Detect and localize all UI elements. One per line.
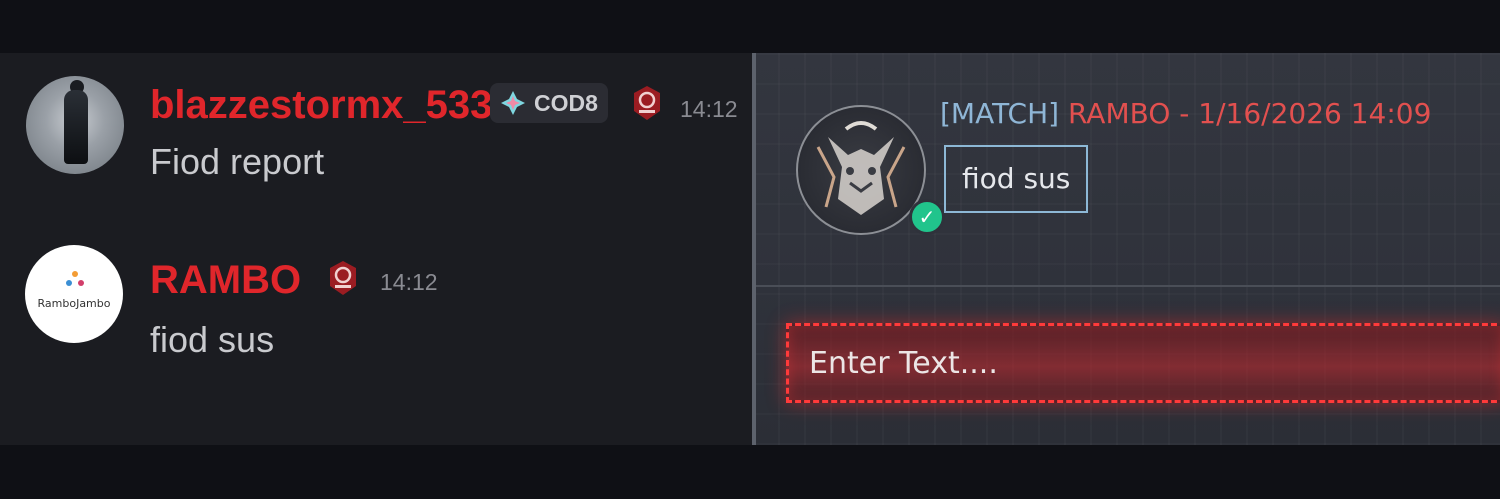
divider	[756, 285, 1500, 287]
message-bubble: fiod sus	[944, 145, 1089, 213]
message-time: 14:12	[680, 96, 738, 122]
sender-line[interactable]: RAMBO - 1/16/2026 14:09	[1068, 97, 1431, 130]
discord-chat-panel: blazzestormx_533 COD8 14:12 Fiod report …	[0, 53, 752, 445]
clan-badge-icon	[330, 261, 356, 295]
message-text: fiod sus	[150, 319, 275, 360]
chat-input-placeholder: Enter Text....	[809, 346, 998, 381]
clan-tag-label: COD8	[534, 89, 598, 116]
avatar-figure-body	[64, 90, 88, 164]
chat-input[interactable]: Enter Text....	[786, 323, 1500, 403]
message-header: [MATCH] RAMBO - 1/16/2026 14:09	[940, 97, 1431, 130]
avatar-logo-text: RamboJambo	[37, 297, 111, 310]
message-text: Fiod report	[150, 141, 325, 182]
user-avatar[interactable]	[26, 76, 124, 174]
wolf-emblem-icon	[816, 121, 906, 215]
message-time: 14:12	[380, 269, 438, 295]
cod-tag-icon	[501, 91, 525, 115]
clan-badge-icon	[634, 86, 660, 120]
verified-check-icon: ✓	[909, 199, 945, 235]
clan-tag[interactable]: COD8	[490, 83, 608, 123]
wolf-avatar[interactable]	[796, 105, 926, 235]
channel-tag: [MATCH]	[940, 97, 1060, 130]
username[interactable]: RAMBO	[150, 258, 301, 303]
username[interactable]: blazzestormx_533	[150, 83, 492, 128]
panel-border	[752, 53, 756, 445]
avatar-logo-mark	[66, 271, 84, 289]
game-chat-panel: ✓ [MATCH] RAMBO - 1/16/2026 14:09 fiod s…	[752, 53, 1500, 445]
user-avatar[interactable]: RamboJambo	[25, 245, 123, 343]
